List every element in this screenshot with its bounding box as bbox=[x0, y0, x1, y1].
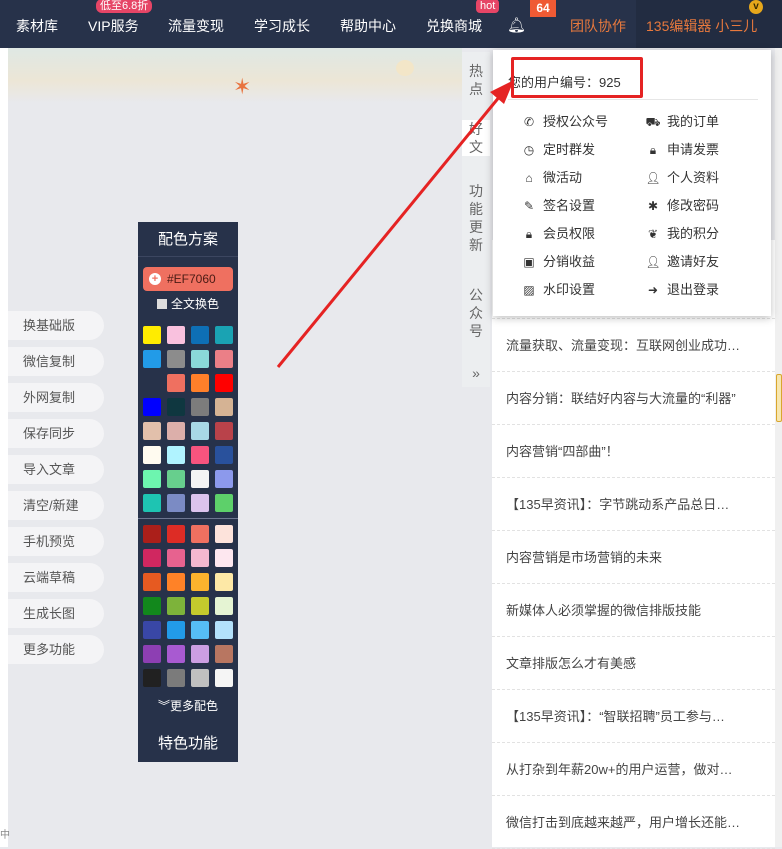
red-arrow bbox=[276, 80, 514, 368]
